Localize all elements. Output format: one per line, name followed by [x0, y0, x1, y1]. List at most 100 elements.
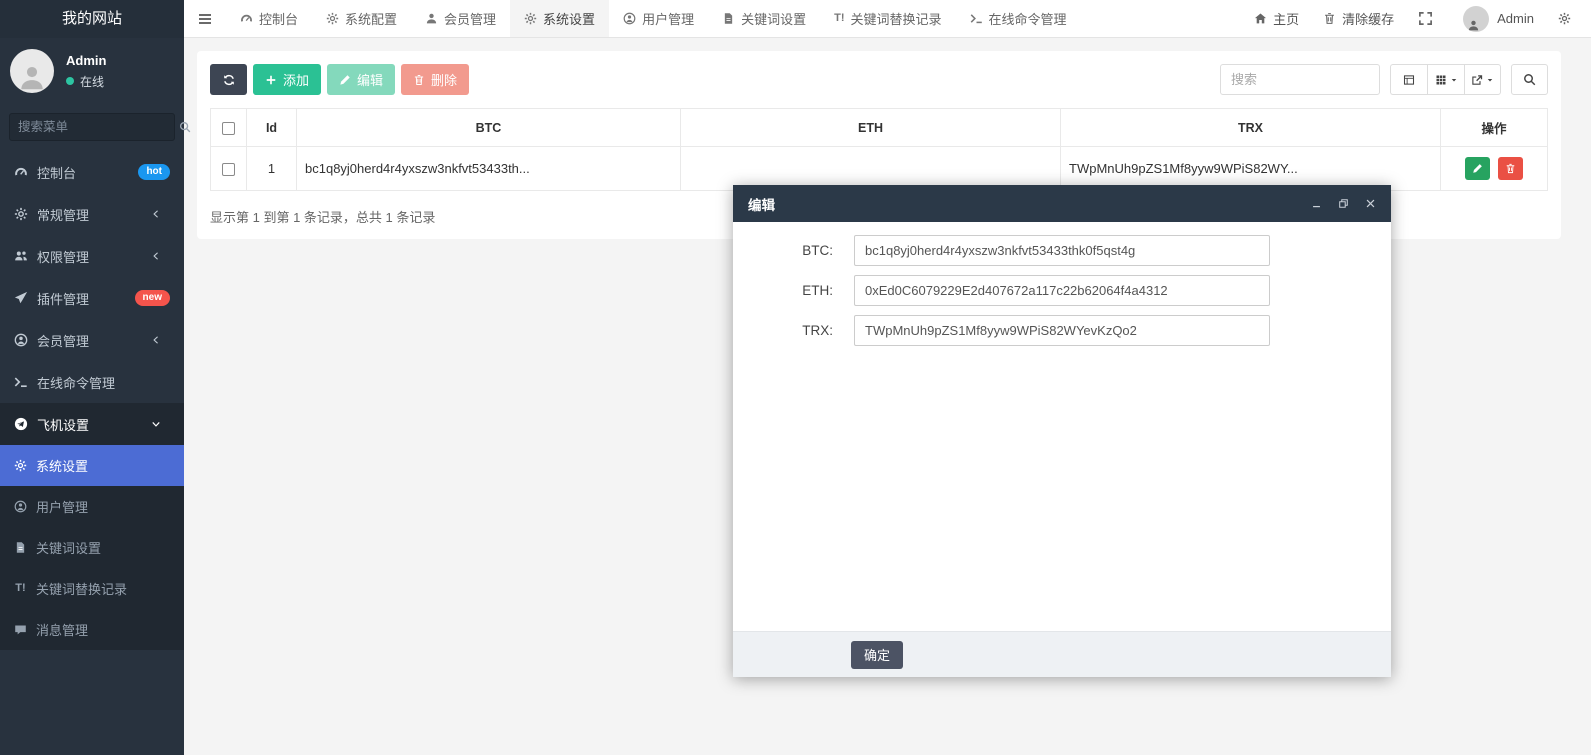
settings-menu-button[interactable] — [1558, 12, 1577, 25]
gear-icon — [1558, 12, 1571, 25]
tab-dashboard[interactable]: 控制台 — [226, 0, 312, 37]
minimize-button[interactable] — [1311, 198, 1322, 209]
tab-label: 系统配置 — [345, 9, 397, 28]
online-dot-icon — [66, 77, 74, 85]
btc-field[interactable] — [854, 235, 1270, 266]
select-all-checkbox[interactable] — [222, 122, 235, 135]
sidebar-subitem-user-management[interactable]: 用户管理 — [0, 486, 184, 527]
sidebar-item-member[interactable]: 会员管理 — [0, 319, 184, 361]
sidebar-subitem-message-management[interactable]: 消息管理 — [0, 609, 184, 650]
confirm-button[interactable]: 确定 — [851, 641, 903, 669]
file-icon — [14, 541, 27, 554]
eth-field[interactable] — [854, 275, 1270, 306]
cell-id: 1 — [247, 147, 297, 191]
gear-icon — [524, 12, 537, 25]
add-button[interactable]: 添加 — [253, 64, 321, 95]
maximize-button[interactable] — [1338, 198, 1349, 209]
eth-field-label: ETH: — [733, 283, 833, 298]
sidebar-item-label: 会员管理 — [37, 331, 151, 350]
sidebar-item-label: 控制台 — [37, 163, 138, 182]
sidebar-subitem-keyword-settings[interactable]: 关键词设置 — [0, 527, 184, 568]
comment-icon — [14, 623, 27, 636]
trx-field[interactable] — [854, 315, 1270, 346]
refresh-icon — [223, 74, 235, 86]
sidebar-item-label: 飞机设置 — [37, 415, 151, 434]
tab-keyword-settings[interactable]: 关键词设置 — [708, 0, 820, 37]
tab-member-management[interactable]: 会员管理 — [411, 0, 510, 37]
sidebar-item-command[interactable]: 在线命令管理 — [0, 361, 184, 403]
view-button-group — [1390, 64, 1501, 95]
tab-label: 系统设置 — [543, 9, 595, 28]
tab-user-management[interactable]: 用户管理 — [609, 0, 708, 37]
sidebar-item-dashboard[interactable]: 控制台 hot — [0, 151, 184, 193]
delete-label: 删除 — [431, 70, 457, 89]
new-badge: new — [135, 290, 170, 306]
sidebar-item-label: 在线命令管理 — [37, 373, 170, 392]
sidebar-item-telegram-settings[interactable]: 飞机设置 — [0, 403, 184, 445]
sidebar-toggle-button[interactable] — [184, 0, 226, 37]
user-menu[interactable]: Admin — [1463, 6, 1534, 32]
sidebar-subitem-system-settings[interactable]: 系统设置 — [0, 445, 184, 486]
avatar — [1463, 6, 1489, 32]
user-status: 在线 — [66, 73, 106, 90]
table-header-row: Id BTC ETH TRX 操作 — [211, 109, 1548, 147]
search-button[interactable] — [1511, 64, 1548, 95]
user-icon — [1467, 19, 1480, 32]
column-header-eth[interactable]: ETH — [681, 109, 1061, 147]
refresh-button[interactable] — [210, 64, 247, 95]
sidebar-group-telegram: 飞机设置 系统设置 用户管理 关键词设置 T! 关键词替换记录 — [0, 403, 184, 650]
gear-icon — [14, 459, 27, 472]
tab-label: 会员管理 — [444, 9, 496, 28]
tab-system-config[interactable]: 系统配置 — [312, 0, 411, 37]
columns-button[interactable] — [1427, 64, 1464, 95]
dialog-titlebar[interactable]: 编辑 — [733, 185, 1391, 222]
toolbar: 添加 编辑 删除 — [210, 64, 1548, 95]
tab-keyword-replace-log[interactable]: T!关键词替换记录 — [820, 0, 955, 37]
home-icon — [1254, 12, 1267, 25]
delete-button[interactable]: 删除 — [401, 64, 469, 95]
row-checkbox[interactable] — [222, 163, 235, 176]
fullscreen-button[interactable] — [1418, 11, 1439, 26]
sidebar-search-input[interactable] — [18, 120, 179, 134]
sidebar-item-auth[interactable]: 权限管理 — [0, 235, 184, 277]
table-search-input[interactable] — [1220, 64, 1380, 95]
telegram-icon — [14, 417, 28, 431]
column-header-btc[interactable]: BTC — [297, 109, 681, 147]
sidebar-item-label: 常规管理 — [37, 205, 151, 224]
column-header-id[interactable]: Id — [247, 109, 297, 147]
terminal-icon — [970, 12, 983, 25]
sidebar-item-general[interactable]: 常规管理 — [0, 193, 184, 235]
edit-dialog: 编辑 BTC: ETH: — [733, 185, 1391, 677]
trash-icon — [1323, 12, 1336, 25]
tab-online-command[interactable]: 在线命令管理 — [956, 0, 1081, 37]
tab-system-settings[interactable]: 系统设置 — [510, 0, 609, 37]
edit-label: 编辑 — [357, 70, 383, 89]
content-area: 添加 编辑 删除 — [184, 38, 1591, 755]
clear-cache-link[interactable]: 清除缓存 — [1323, 9, 1394, 28]
edit-button[interactable]: 编辑 — [327, 64, 395, 95]
toggle-view-button[interactable] — [1390, 64, 1427, 95]
row-delete-button[interactable] — [1498, 157, 1523, 180]
sidebar-item-addon[interactable]: 插件管理 new — [0, 277, 184, 319]
sidebar-subitem-keyword-replace-log[interactable]: T! 关键词替换记录 — [0, 568, 184, 609]
chevron-left-icon — [151, 335, 161, 345]
row-edit-button[interactable] — [1465, 157, 1490, 180]
plane-icon — [14, 291, 28, 305]
dialog-footer: 确定 — [733, 631, 1391, 677]
user-icon — [425, 12, 438, 25]
tab-label: 关键词设置 — [741, 9, 806, 28]
file-icon — [722, 12, 735, 25]
cell-trx: TWpMnUh9pZS1Mf8yyw9WPiS82WY... — [1061, 147, 1441, 191]
export-button[interactable] — [1464, 64, 1501, 95]
navbar-right: 主页 清除缓存 Admin — [1230, 0, 1591, 37]
user-icon — [17, 63, 47, 93]
table-row[interactable]: 1 bc1q8yj0herd4r4yxszw3nkfvt53433th... T… — [211, 147, 1548, 191]
maximize-icon — [1338, 198, 1349, 209]
close-icon — [1365, 198, 1376, 209]
home-link[interactable]: 主页 — [1254, 9, 1299, 28]
terminal-icon — [14, 375, 28, 389]
gauge-icon — [14, 165, 28, 179]
close-button[interactable] — [1365, 198, 1376, 209]
chevron-left-icon — [151, 251, 161, 261]
column-header-trx[interactable]: TRX — [1061, 109, 1441, 147]
